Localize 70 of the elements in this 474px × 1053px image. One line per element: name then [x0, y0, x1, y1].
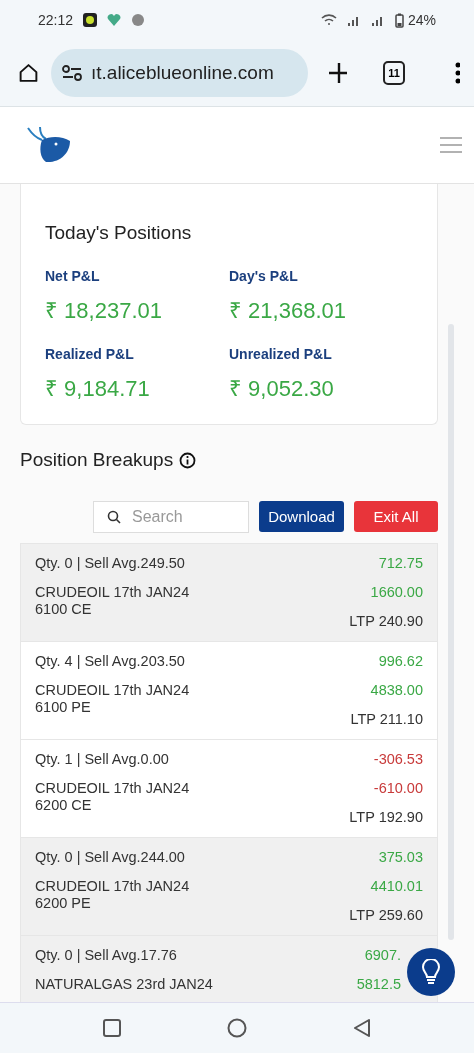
instrument-name: 6100 CE — [35, 601, 93, 618]
position-row[interactable]: Qty. 0 | Sell Avg.249.50 CRUDEOIL 17th JAN24 6100 CE 712.75 1660.00 LTP 240.90 — [21, 544, 437, 642]
exit-all-button[interactable]: Exit All — [354, 501, 438, 532]
pnl-value: 375.03 — [378, 849, 423, 866]
instrument-name: CRUDEOIL 17th JAN24 — [35, 584, 190, 601]
signal-icon — [346, 14, 361, 26]
metric-value: ₹ 9,184.71 — [45, 375, 151, 402]
instrument-name: NATURALGAS 23rd JAN24 — [35, 976, 213, 993]
ltp-text: LTP 211.10 — [350, 711, 423, 728]
quantity-text: Qty. 1 | Sell Avg.0.00 — [35, 751, 170, 768]
instrument-name: 6200 CE — [35, 797, 93, 814]
home-icon[interactable] — [18, 62, 39, 84]
metric-label: Unrealized P&L — [229, 346, 333, 362]
pnl-value: 6907. — [364, 947, 401, 964]
search-icon — [107, 510, 121, 524]
metric-label: Net P&L — [45, 268, 101, 284]
amount-value: -610.00 — [373, 780, 423, 797]
position-row[interactable]: Qty. 4 | Sell Avg.203.50 CRUDEOIL 17th JAN24 6100 PE 996.62 4838.00 LTP 211.10 — [21, 642, 437, 740]
ltp-text: LTP 240.90 — [349, 613, 423, 630]
card-title: Today's Positions — [45, 222, 193, 244]
metric-label: Day's P&L — [229, 268, 299, 284]
metric-value: ₹ 21,368.01 — [229, 297, 347, 324]
quantity-text: Qty. 4 | Sell Avg.203.50 — [35, 653, 186, 670]
heart-icon — [107, 13, 122, 27]
plus-icon[interactable] — [328, 62, 348, 84]
site-settings-icon[interactable] — [61, 65, 83, 81]
clock: 22:12 — [38, 11, 74, 29]
quantity-text: Qty. 0 | Sell Avg.249.50 — [35, 555, 186, 572]
pnl-value: 996.62 — [378, 653, 423, 670]
lightbulb-icon — [421, 959, 441, 985]
quantity-text: Qty. 0 | Sell Avg.244.00 — [35, 849, 186, 866]
position-row[interactable]: Qty. 0 | Sell Avg.17.76 NATURALGAS 23rd JAN24 6907. 5812.5 — [21, 936, 437, 1002]
recents-icon[interactable] — [103, 1019, 121, 1037]
download-button[interactable]: Download — [259, 501, 344, 532]
amount-value: 4410.01 — [370, 878, 423, 895]
quantity-text: Qty. 0 | Sell Avg.17.76 — [35, 947, 178, 964]
pnl-value: 712.75 — [378, 555, 423, 572]
ltp-text: LTP 192.90 — [349, 809, 423, 826]
metric-value: ₹ 9,052.30 — [229, 375, 335, 402]
metric-value: ₹ 18,237.01 — [45, 297, 163, 324]
home-icon[interactable] — [227, 1018, 247, 1038]
wifi-icon — [320, 14, 337, 26]
pnl-value: -306.53 — [373, 751, 423, 768]
position-row[interactable]: Qty. 0 | Sell Avg.244.00 CRUDEOIL 17th JAN24 6200 PE 375.03 4410.01 LTP 259.60 — [21, 838, 437, 936]
ltp-text: LTP 259.60 — [349, 907, 423, 924]
address-bar[interactable]: ıt.aliceblueonline.com — [51, 49, 308, 97]
battery-level: 24% — [407, 11, 436, 29]
amount-value: 4838.00 — [370, 682, 423, 699]
app-icon — [83, 13, 98, 27]
lightbulb-button[interactable] — [407, 948, 455, 996]
more-icon[interactable] — [454, 62, 460, 84]
scrollbar[interactable] — [448, 324, 454, 940]
amount-value: 5812.5 — [356, 976, 401, 993]
position-row[interactable]: Qty. 1 | Sell Avg.0.00 CRUDEOIL 17th JAN24 6200 CE -306.53 -610.00 LTP 192.90 — [21, 740, 437, 838]
instrument-name: 6200 PE — [35, 895, 92, 912]
logo-icon[interactable] — [26, 126, 72, 164]
section-title: Position Breakups — [20, 449, 174, 471]
battery-icon — [394, 12, 404, 28]
signal-icon — [370, 14, 385, 26]
amount-value: 1660.00 — [370, 584, 423, 601]
search-field[interactable]: Search — [93, 501, 249, 533]
back-icon[interactable] — [353, 1019, 371, 1037]
metric-label: Realized P&L — [45, 346, 135, 362]
instrument-name: CRUDEOIL 17th JAN24 — [35, 682, 190, 699]
instrument-name: CRUDEOIL 17th JAN24 — [35, 780, 190, 797]
circle-icon — [131, 13, 146, 27]
instrument-name: CRUDEOIL 17th JAN24 — [35, 878, 190, 895]
tab-counter[interactable]: 11 — [383, 61, 405, 85]
info-icon[interactable] — [179, 451, 197, 469]
instrument-name: 6100 PE — [35, 699, 92, 716]
